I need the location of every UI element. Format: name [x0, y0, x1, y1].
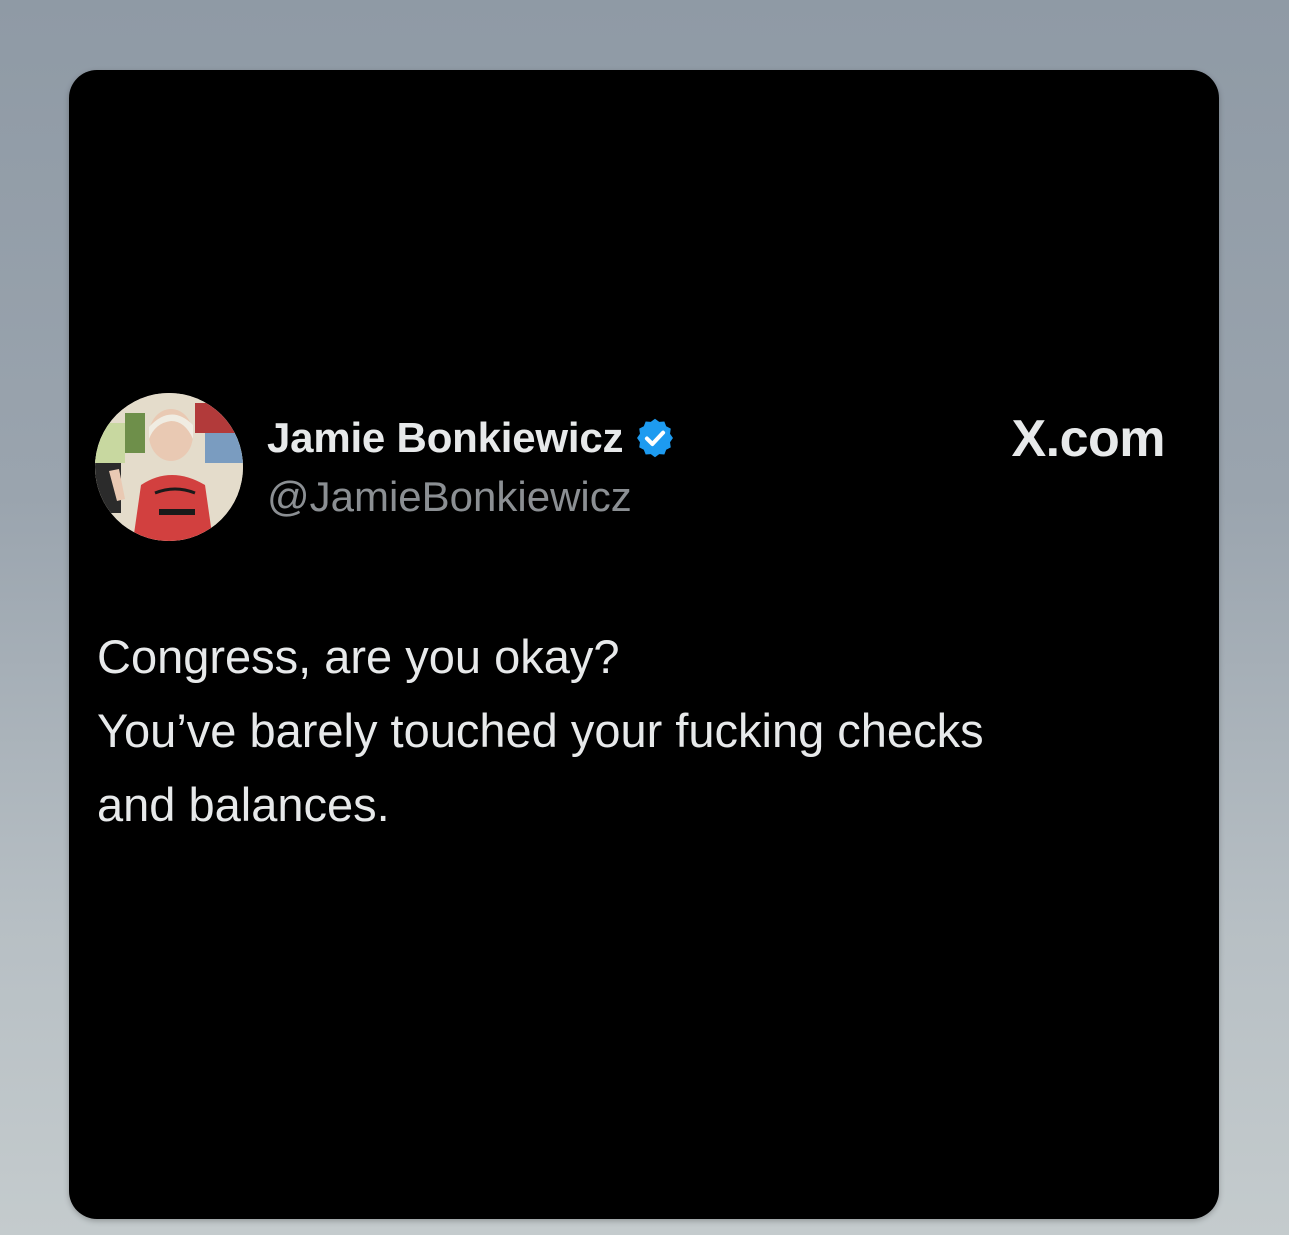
avatar-photo: [95, 393, 243, 541]
display-name-row: Jamie Bonkiewicz: [267, 413, 677, 463]
brand-label: X.com: [1011, 410, 1165, 468]
tweet-line: and balances.: [97, 778, 390, 831]
user-handle[interactable]: @JamieBonkiewicz: [267, 473, 677, 521]
author-names: Jamie Bonkiewicz @JamieBonkiewicz: [267, 413, 677, 521]
display-name[interactable]: Jamie Bonkiewicz: [267, 414, 623, 462]
tweet-line: You’ve barely touched your fucking check…: [97, 704, 984, 757]
tweet-card: Jamie Bonkiewicz @JamieBonkiewicz X.com …: [69, 70, 1219, 1219]
verified-badge-icon: [633, 416, 677, 460]
tweet-line: Congress, are you okay?: [97, 630, 620, 683]
tweet-body: Congress, are you okay? You’ve barely to…: [97, 620, 1187, 842]
avatar[interactable]: [95, 393, 243, 541]
tweet-header: Jamie Bonkiewicz @JamieBonkiewicz X.com: [95, 393, 1195, 543]
